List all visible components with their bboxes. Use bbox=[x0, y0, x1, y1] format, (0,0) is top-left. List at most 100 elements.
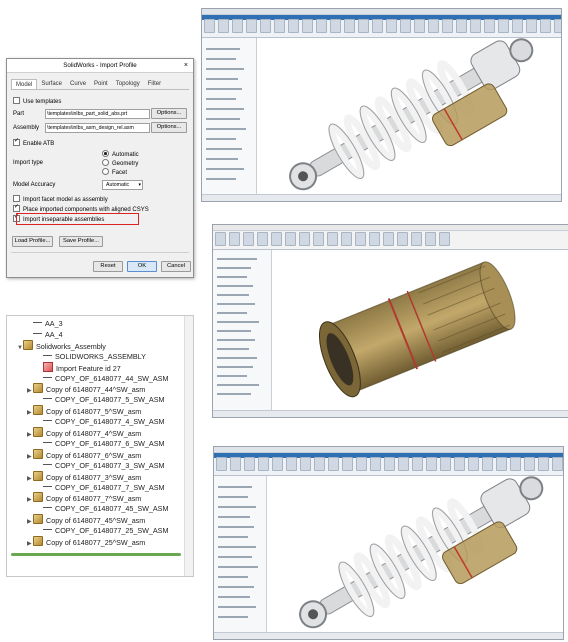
tool-icon[interactable] bbox=[426, 457, 437, 471]
ok-button[interactable]: OK bbox=[127, 261, 157, 272]
tool-icon[interactable] bbox=[355, 232, 366, 246]
cancel-button[interactable]: Cancel bbox=[161, 261, 191, 272]
part-template-field[interactable]: \templates\inlbs_part_solid_abs.prt bbox=[45, 109, 150, 119]
tree-item[interactable]: Import Feature id 27 bbox=[37, 361, 121, 373]
tool-icon[interactable] bbox=[468, 457, 479, 471]
tool-icon[interactable] bbox=[288, 19, 299, 33]
tool-icon[interactable] bbox=[216, 457, 227, 471]
tool-icon[interactable] bbox=[215, 232, 226, 246]
tree-item[interactable]: ▶ Copy of 6148077_3^SW_asm bbox=[27, 470, 141, 482]
tool-icon[interactable] bbox=[414, 19, 425, 33]
tree-item[interactable]: COPY_OF_6148077_25_SW_ASM bbox=[37, 525, 168, 536]
tab-topology[interactable]: Topology bbox=[112, 79, 144, 89]
aligned-csys-checkbox[interactable] bbox=[13, 203, 20, 212]
tree-item[interactable]: ▶ Copy of 6148077_45^SW_asm bbox=[27, 514, 145, 525]
tab-surface[interactable]: Surface bbox=[37, 79, 66, 89]
tree-item[interactable]: COPY_OF_6148077_45_SW_ASM bbox=[37, 503, 168, 514]
tool-icon[interactable] bbox=[538, 457, 549, 471]
facet-assembly-row[interactable]: Import facet model as assembly bbox=[13, 195, 108, 204]
tool-icon[interactable] bbox=[540, 19, 551, 33]
tree-item[interactable]: AA_3 bbox=[27, 318, 63, 329]
tool-icon[interactable] bbox=[552, 457, 563, 471]
tool-icon[interactable] bbox=[470, 19, 481, 33]
graphics-viewport-shock[interactable] bbox=[258, 38, 560, 194]
tool-icon[interactable] bbox=[232, 19, 243, 33]
tool-icon[interactable] bbox=[383, 232, 394, 246]
tool-icon[interactable] bbox=[271, 232, 282, 246]
tree-item[interactable]: ▶ Copy of 6148077_7^SW_asm bbox=[27, 492, 141, 503]
tool-icon[interactable] bbox=[370, 457, 381, 471]
tool-icon[interactable] bbox=[498, 19, 509, 33]
radio-geometry[interactable] bbox=[102, 159, 109, 166]
tool-icon[interactable] bbox=[229, 232, 240, 246]
tool-icon[interactable] bbox=[300, 457, 311, 471]
radio-automatic-row[interactable]: Automatic bbox=[102, 150, 139, 159]
facet-assembly-checkbox[interactable] bbox=[13, 195, 20, 202]
tool-icon[interactable] bbox=[440, 457, 451, 471]
tab-point[interactable]: Point bbox=[90, 79, 112, 89]
graphics-viewport-damper[interactable] bbox=[273, 250, 568, 410]
graphics-viewport-shock[interactable] bbox=[268, 476, 562, 632]
tool-icon[interactable] bbox=[330, 19, 341, 33]
tree-item[interactable]: ▶ Copy of 6148077_5^SW_asm bbox=[27, 405, 141, 416]
tool-icon[interactable] bbox=[398, 457, 409, 471]
tool-icon[interactable] bbox=[342, 457, 353, 471]
tool-icon[interactable] bbox=[358, 19, 369, 33]
tree-item[interactable]: COPY_OF_6148077_6_SW_ASM bbox=[37, 438, 164, 449]
horizontal-scrollbar[interactable] bbox=[11, 553, 181, 556]
tool-icon[interactable] bbox=[302, 19, 313, 33]
tool-icon[interactable] bbox=[260, 19, 271, 33]
tree-item[interactable]: ▶ Copy of 6148077_4^SW_asm bbox=[27, 427, 141, 438]
tree-item[interactable]: COPY_OF_6148077_7_SW_ASM bbox=[37, 482, 164, 493]
tab-model[interactable]: Model bbox=[11, 79, 38, 89]
tool-icon[interactable] bbox=[386, 19, 397, 33]
tree-item[interactable]: SOLIDWORKS_ASSEMBLY bbox=[37, 351, 146, 362]
tool-icon[interactable] bbox=[244, 457, 255, 471]
tab-filter[interactable]: Filter bbox=[144, 79, 165, 89]
tool-icon[interactable] bbox=[243, 232, 254, 246]
enable-atb-row[interactable]: Enable ATB bbox=[13, 137, 54, 148]
tool-icon[interactable] bbox=[384, 457, 395, 471]
tool-icon[interactable] bbox=[428, 19, 439, 33]
tool-icon[interactable] bbox=[257, 232, 268, 246]
tool-icon[interactable] bbox=[400, 19, 411, 33]
tool-icon[interactable] bbox=[412, 457, 423, 471]
tool-icon[interactable] bbox=[456, 19, 467, 33]
tool-icon[interactable] bbox=[439, 232, 450, 246]
tree-item[interactable]: COPY_OF_6148077_44_SW_ASM bbox=[37, 373, 168, 384]
tool-icon[interactable] bbox=[554, 19, 561, 33]
tool-icon[interactable] bbox=[286, 457, 297, 471]
radio-automatic[interactable] bbox=[102, 150, 109, 157]
tool-icon[interactable] bbox=[526, 19, 537, 33]
save-profile-button[interactable]: Save Profile... bbox=[59, 236, 103, 247]
tree-item[interactable]: COPY_OF_6148077_3_SW_ASM bbox=[37, 460, 164, 471]
enable-atb-checkbox[interactable] bbox=[13, 137, 20, 146]
tool-icon[interactable] bbox=[356, 457, 367, 471]
use-templates-row[interactable]: Use templates bbox=[13, 97, 61, 106]
tool-icon[interactable] bbox=[314, 457, 325, 471]
tool-icon[interactable] bbox=[316, 19, 327, 33]
use-templates-checkbox[interactable] bbox=[13, 97, 20, 104]
assembly-options-button[interactable]: Options... bbox=[151, 122, 187, 133]
tool-icon[interactable] bbox=[274, 19, 285, 33]
close-icon[interactable]: × bbox=[184, 59, 188, 72]
tool-icon[interactable] bbox=[484, 19, 495, 33]
tree-item[interactable]: ▶ Copy of 6148077_6^SW_asm bbox=[27, 448, 141, 460]
tree-item[interactable]: ▶ Copy of 6148077_25^SW_asm bbox=[27, 536, 145, 547]
tool-icon[interactable] bbox=[218, 19, 229, 33]
tool-icon[interactable] bbox=[246, 19, 257, 33]
tool-icon[interactable] bbox=[204, 19, 215, 33]
tree-item[interactable]: ▼ Solidworks_Assembly bbox=[17, 339, 106, 351]
tool-icon[interactable] bbox=[344, 19, 355, 33]
radio-geometry-row[interactable]: Geometry bbox=[102, 159, 138, 168]
tool-icon[interactable] bbox=[425, 232, 436, 246]
tool-icon[interactable] bbox=[496, 457, 507, 471]
tool-icon[interactable] bbox=[524, 457, 535, 471]
tool-icon[interactable] bbox=[454, 457, 465, 471]
tool-icon[interactable] bbox=[327, 232, 338, 246]
tool-icon[interactable] bbox=[285, 232, 296, 246]
load-profile-button[interactable]: Load Profile... bbox=[12, 236, 53, 247]
tool-icon[interactable] bbox=[313, 232, 324, 246]
tool-icon[interactable] bbox=[258, 457, 269, 471]
tree-item[interactable]: COPY_OF_6148077_4_SW_ASM bbox=[37, 416, 164, 427]
